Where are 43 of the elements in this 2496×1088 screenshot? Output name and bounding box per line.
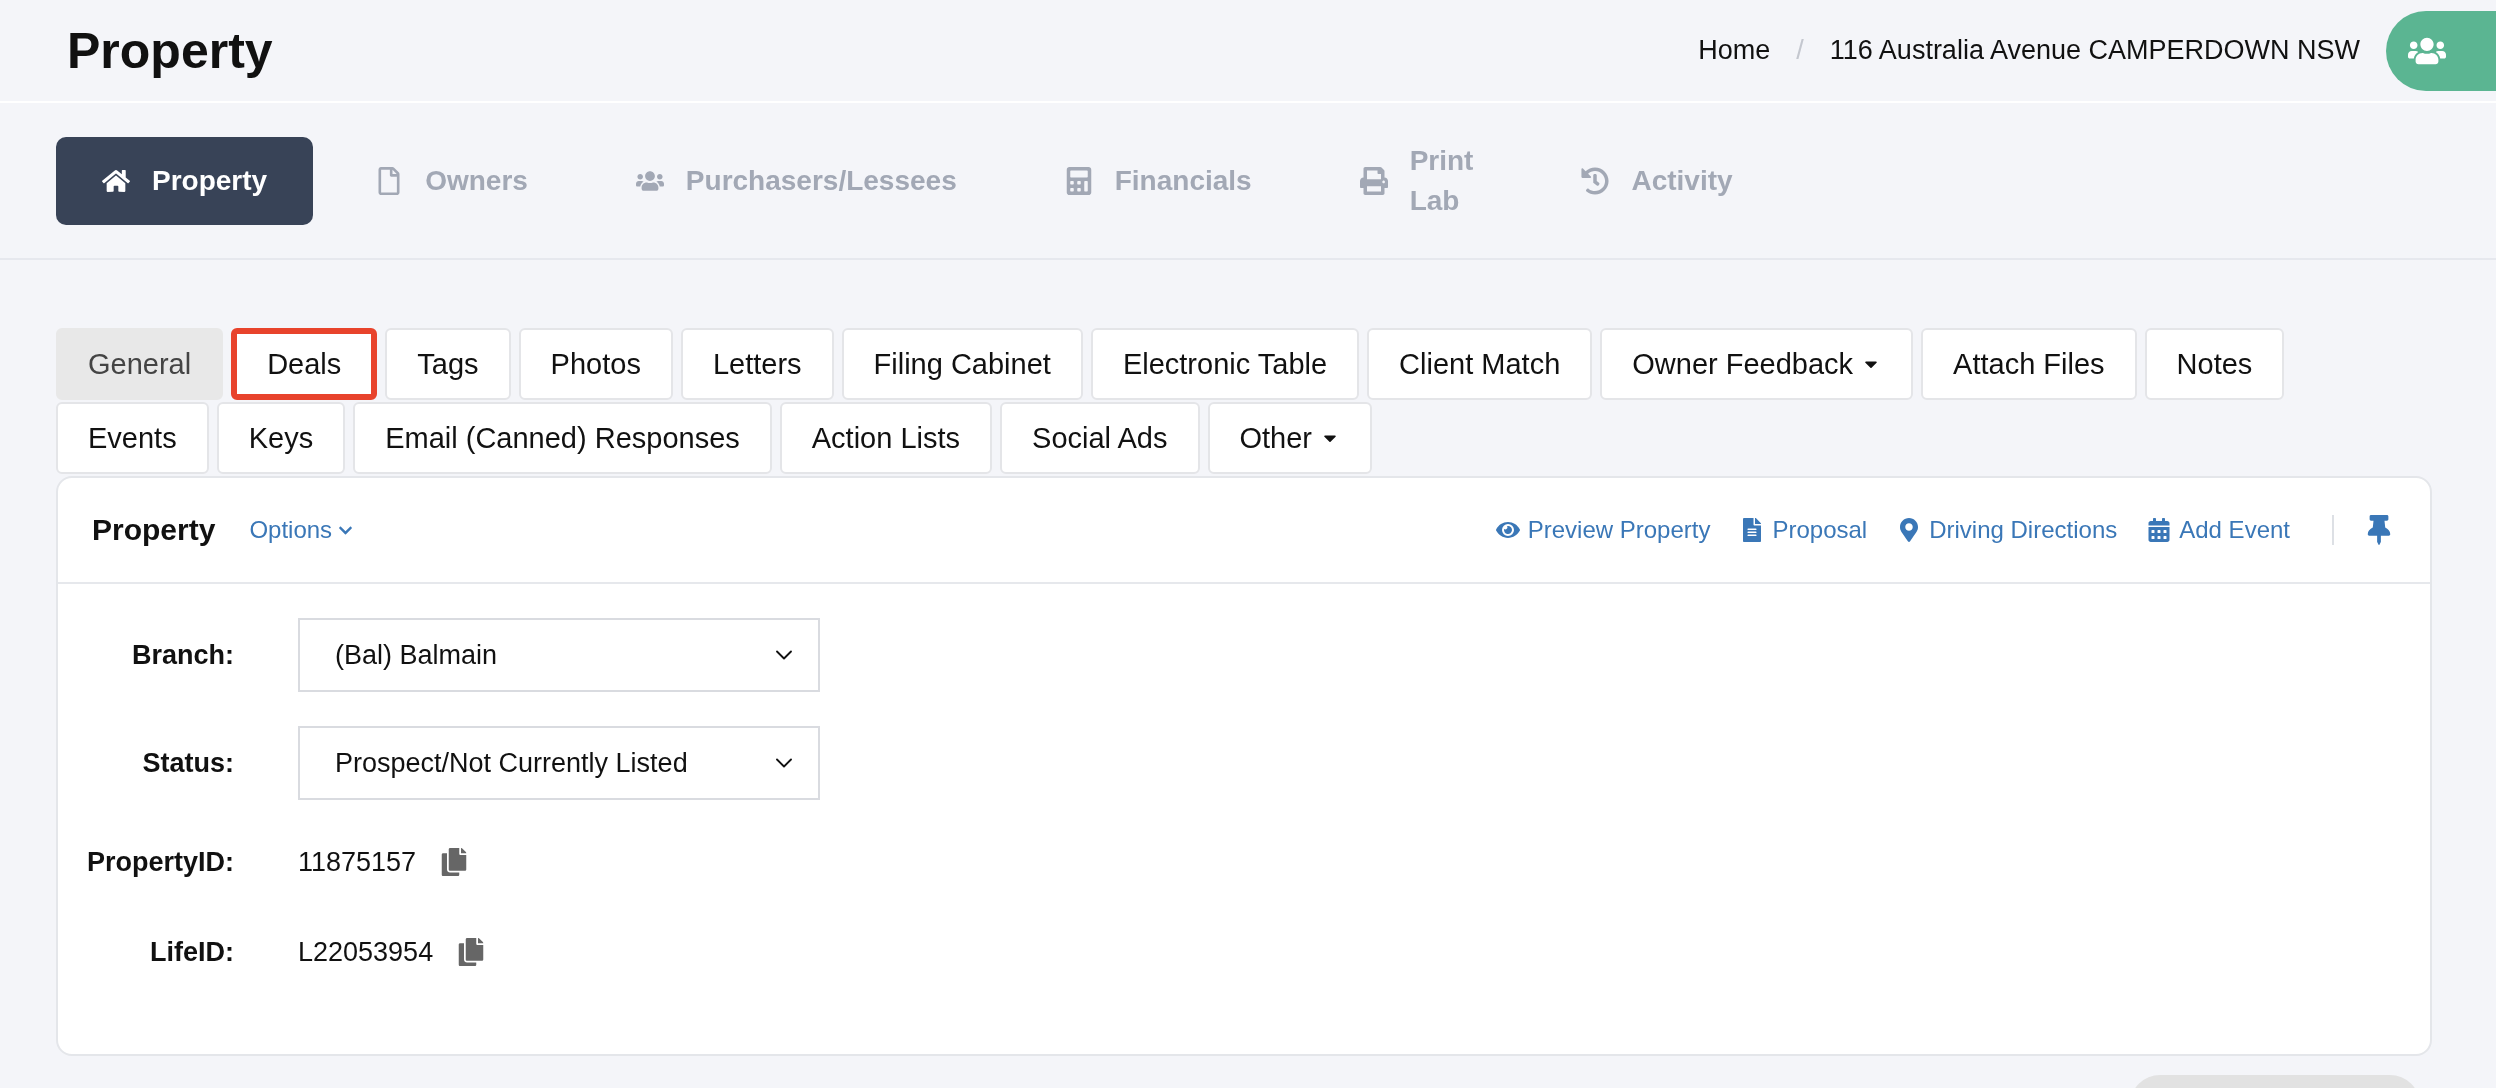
action-link[interactable]: Add Event <box>2147 516 2290 544</box>
options-link[interactable]: Options <box>249 516 354 544</box>
panel-title: Property <box>92 513 216 547</box>
sub-tab[interactable]: Client Match <box>1367 328 1593 400</box>
calendar-icon <box>2147 518 2172 542</box>
field-value: 11875157 <box>298 846 417 878</box>
sub-tab[interactable]: Social Ads <box>1000 402 1200 474</box>
page-title: Property <box>67 21 273 80</box>
field-label: PropertyID: <box>85 846 234 878</box>
printer-icon <box>1359 166 1388 195</box>
history-icon <box>1581 166 1610 195</box>
field-value: L22053954 <box>298 936 434 968</box>
sub-tab[interactable]: Notes <box>2144 328 2285 400</box>
sub-tab[interactable]: Letters <box>680 328 834 400</box>
sub-tab[interactable]: Keys <box>216 402 346 474</box>
sub-tab[interactable]: Other <box>1207 402 1373 474</box>
copy-icon[interactable] <box>457 938 486 966</box>
action-link[interactable]: Preview Property <box>1495 516 1711 544</box>
sub-tab[interactable]: Photos <box>518 328 673 400</box>
action-link[interactable]: Driving Directions <box>1897 516 2118 544</box>
select-field[interactable]: (Bal) Balmain <box>298 618 820 692</box>
select-field[interactable]: Prospect/Not Currently Listed <box>298 726 820 800</box>
sub-tab[interactable]: Attach Files <box>1921 328 2137 400</box>
sub-tab[interactable]: Email (Canned) Responses <box>353 402 772 474</box>
breadcrumb-item[interactable]: Home <box>1698 35 1771 66</box>
sub-tab[interactable]: Tags <box>385 328 511 400</box>
field-label: Status: <box>141 747 234 779</box>
sub-tab[interactable]: General <box>56 328 224 400</box>
sub-tab[interactable]: Owner Feedback <box>1600 328 1914 400</box>
sub-tab[interactable]: Events <box>56 402 209 474</box>
nav-tab[interactable]: Property <box>56 136 314 225</box>
calculator-icon <box>1064 166 1093 195</box>
copy-icon[interactable] <box>440 848 469 876</box>
breadcrumb-item: 116 Australia Avenue CAMPERDOWN NSW <box>1829 35 2360 66</box>
sub-tab[interactable]: Deals <box>231 328 378 400</box>
sub-tab[interactable]: Action Lists <box>779 402 993 474</box>
field-label: Branch: <box>131 639 234 671</box>
action-link[interactable]: Proposal <box>1740 516 1868 544</box>
field-label: LifeID: <box>149 936 234 968</box>
breadcrumb-separator: / <box>1796 35 1804 66</box>
sub-tab[interactable]: Filing Cabinet <box>841 328 1083 400</box>
sub-tab[interactable]: Electronic Table <box>1090 328 1360 400</box>
users-button[interactable] <box>2386 10 2496 91</box>
